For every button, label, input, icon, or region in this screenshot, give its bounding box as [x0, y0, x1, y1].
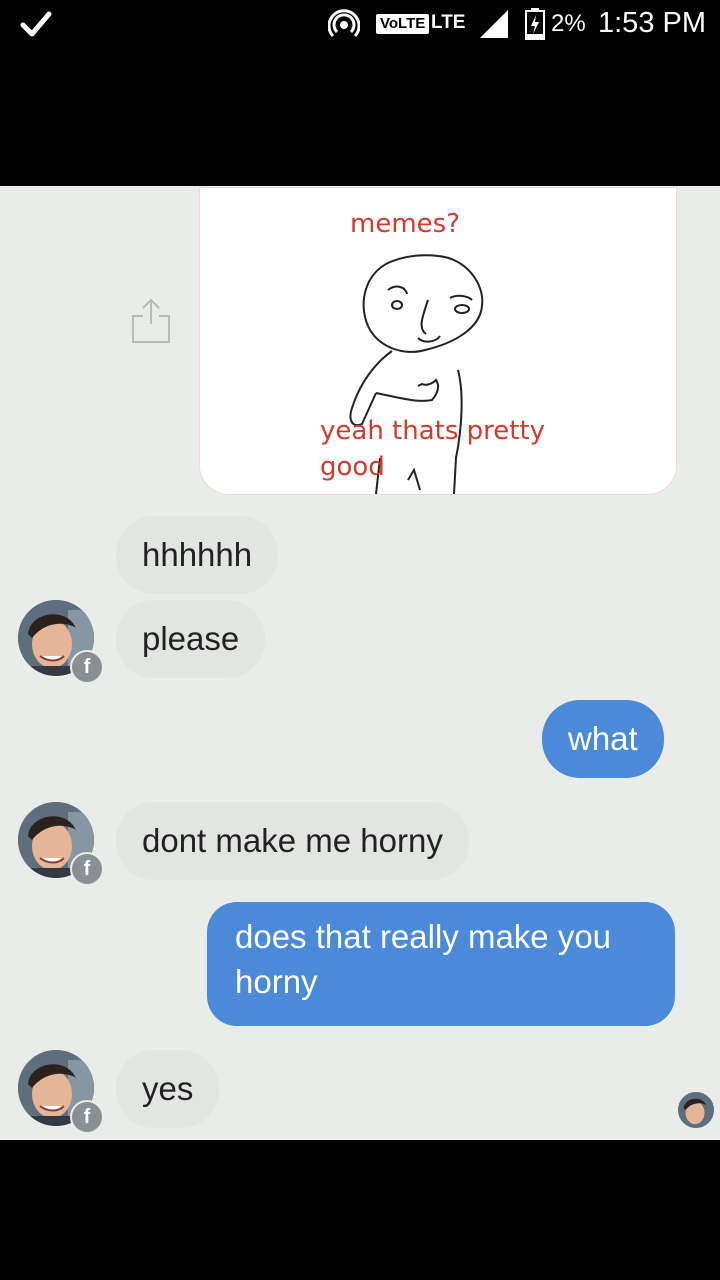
conversation-area[interactable]: memes? yeah thats pretty good hhhhhh f p… — [0, 186, 720, 1140]
incoming-message-bubble[interactable]: please — [116, 600, 266, 678]
outgoing-message-bubble[interactable]: what — [542, 700, 664, 778]
meme-image[interactable]: memes? yeah thats pretty good — [199, 187, 677, 495]
seen-indicator-avatar — [678, 1092, 714, 1128]
message-text: please — [142, 620, 240, 657]
facebook-badge-icon: f — [70, 650, 104, 684]
volte-indicator: VoLTE — [376, 14, 430, 34]
meme-bottom-text: yeah thats pretty good — [320, 416, 546, 482]
avatar[interactable]: f — [18, 802, 104, 886]
facebook-badge-icon: f — [70, 852, 104, 886]
message-text: does that really make you horny — [235, 918, 612, 1000]
meme-top-text: memes? — [350, 209, 460, 239]
battery-charging-icon — [525, 8, 545, 40]
network-type: LTE — [431, 12, 466, 33]
signal-icon — [480, 10, 508, 38]
outgoing-message-bubble[interactable]: does that really make you horny — [207, 902, 675, 1026]
seen-avatar-photo — [678, 1092, 714, 1128]
facebook-badge-icon: f — [70, 1100, 104, 1134]
incoming-message-bubble[interactable]: yes — [116, 1050, 220, 1128]
share-icon[interactable] — [131, 296, 171, 344]
avatar[interactable]: f — [18, 1050, 104, 1134]
bottom-bar — [0, 1140, 720, 1280]
message-text: yes — [142, 1070, 194, 1107]
battery-percent: 2% — [551, 10, 586, 37]
message-text: hhhhhh — [142, 536, 253, 573]
message-text: dont make me horny — [142, 822, 443, 859]
status-bar: VoLTE LTE 2% 1:53 PM — [0, 0, 720, 50]
message-text: what — [568, 720, 638, 757]
check-icon — [20, 11, 52, 37]
avatar[interactable]: f — [18, 600, 104, 684]
incoming-message-bubble[interactable]: hhhhhh — [116, 516, 279, 594]
hotspot-icon — [328, 9, 360, 38]
incoming-message-bubble[interactable]: dont make me horny — [116, 802, 469, 880]
clock: 1:53 PM — [598, 7, 706, 39]
